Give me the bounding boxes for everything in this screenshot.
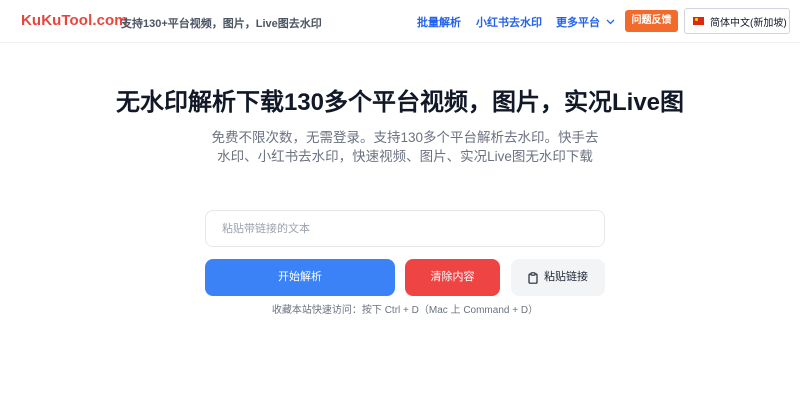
- page-title: 无水印解析下载130多个平台视频，图片，实况Live图: [115, 89, 685, 116]
- paste-link-label: 粘贴链接: [544, 271, 588, 283]
- link-text-input[interactable]: [205, 210, 605, 247]
- language-selector[interactable]: 简体中文(新加坡): [684, 8, 790, 34]
- chevron-down-icon: [606, 19, 615, 25]
- paste-link-button[interactable]: 粘贴链接: [511, 259, 605, 296]
- nav-batch-parse-label: 批量解析: [417, 17, 461, 29]
- bookmark-hint: 收藏本站快速访问：按下 Ctrl + D（Mac 上 Command + D）: [271, 305, 539, 316]
- feedback-button[interactable]: 问题反馈: [625, 10, 678, 32]
- nav-batch-parse[interactable]: 批量解析: [417, 14, 461, 30]
- nav-more-platforms-label: 更多平台: [556, 17, 600, 29]
- site-tagline: 支持130+平台视频，图片，Live图去水印: [121, 18, 322, 30]
- start-parse-button[interactable]: 开始解析: [205, 259, 395, 296]
- language-label: 简体中文(新加坡): [710, 17, 787, 29]
- china-flag-icon: [693, 17, 704, 25]
- nav-xiaohongshu-label: 小红书去水印: [476, 17, 542, 29]
- clipboard-icon: [528, 271, 538, 284]
- page-subtitle: 免费不限次数，无需登录。支持130多个平台解析去水印。快手去水印、小红书去水印，…: [211, 130, 599, 164]
- nav-more-platforms[interactable]: 更多平台: [556, 14, 615, 30]
- top-header: KuKuTool.com 支持130+平台视频，图片，Live图去水印 批量解析…: [0, 0, 800, 43]
- nav-xiaohongshu[interactable]: 小红书去水印: [476, 14, 542, 30]
- clear-content-button[interactable]: 清除内容: [405, 259, 500, 296]
- site-logo[interactable]: KuKuTool.com: [21, 12, 128, 29]
